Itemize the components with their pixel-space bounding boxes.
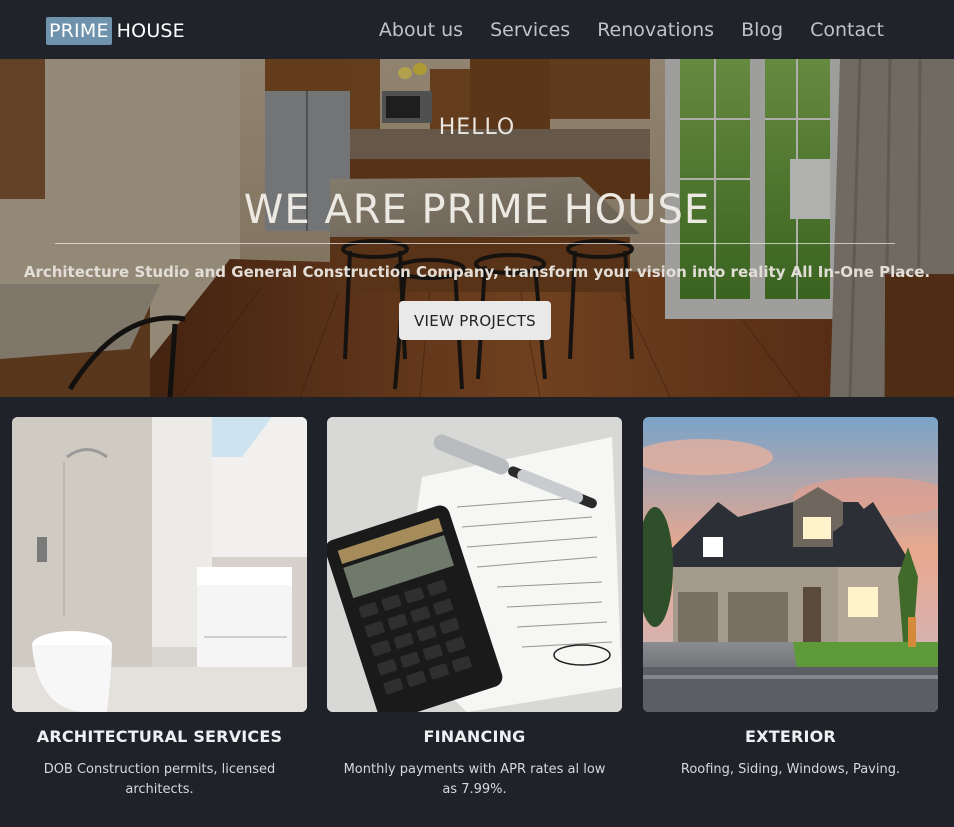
nav-menu: About us Services Renovations Blog Conta…: [379, 16, 884, 44]
logo-prime: PRIME: [46, 17, 112, 45]
card-financing[interactable]: FINANCING Monthly payments with APR rate…: [327, 417, 622, 800]
hero-greeting: HELLO: [438, 115, 516, 140]
hero-subtitle: Architecture Studio and General Construc…: [23, 263, 931, 281]
card-description: Monthly payments with APR rates al low a…: [343, 762, 606, 797]
card-exterior[interactable]: EXTERIOR Roofing, Siding, Windows, Pavin…: [643, 417, 938, 780]
nav-link-services[interactable]: Services: [490, 16, 570, 44]
card-architectural-services[interactable]: ARCHITECTURAL SERVICES DOB Construction …: [12, 417, 307, 800]
calculator-image: [327, 417, 622, 712]
card-title: EXTERIOR: [745, 727, 836, 746]
card-title: FINANCING: [423, 727, 526, 746]
house-exterior-image: [643, 417, 938, 712]
card-description: DOB Construction permits, licensed archi…: [43, 762, 276, 797]
hero-section: HELLO WE ARE PRIME HOUSE Architecture St…: [0, 59, 954, 397]
nav-link-blog[interactable]: Blog: [741, 16, 783, 44]
nav-link-renovations[interactable]: Renovations: [597, 16, 714, 44]
hero-title: WE ARE PRIME HOUSE: [243, 187, 711, 233]
bathroom-image: [12, 417, 307, 712]
view-projects-button[interactable]: VIEW PROJECTS: [399, 301, 551, 340]
top-navbar: PRIME HOUSE About us Services Renovation…: [0, 0, 954, 59]
nav-link-about[interactable]: About us: [379, 16, 463, 44]
nav-link-contact[interactable]: Contact: [810, 16, 884, 44]
logo-house: HOUSE: [116, 20, 185, 42]
card-description: Roofing, Siding, Windows, Paving.: [680, 762, 901, 777]
card-title: ARCHITECTURAL SERVICES: [36, 727, 283, 746]
logo[interactable]: PRIME HOUSE: [46, 17, 185, 45]
hero-divider: [55, 243, 895, 244]
